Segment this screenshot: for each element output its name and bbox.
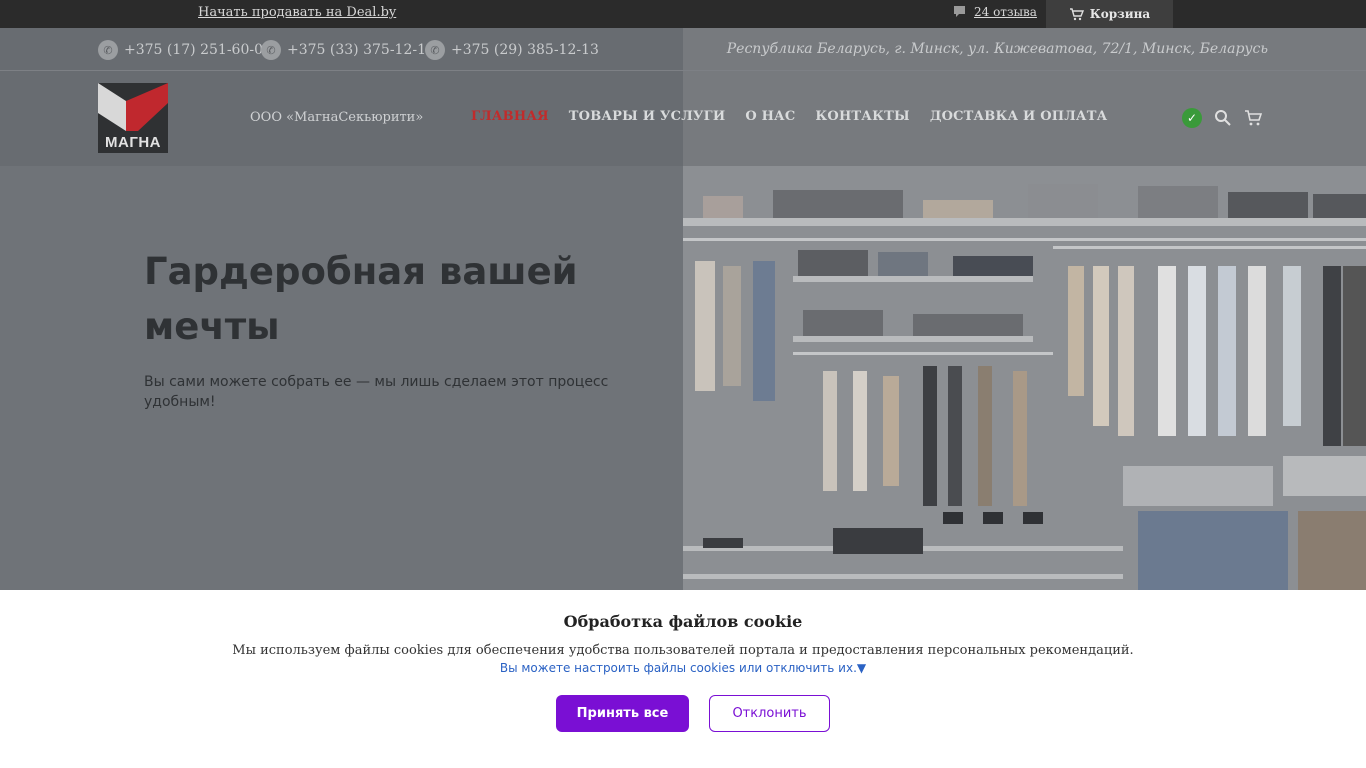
cookie-settings-link[interactable]: Вы можете настроить файлы cookies или от… [0,661,1366,675]
chevron-down-icon: ▼ [856,661,867,675]
phone-icon: ✆ [425,40,445,60]
nav-products[interactable]: ТОВАРЫ И УСЛУГИ [569,109,726,124]
nav-delivery[interactable]: ДОСТАВКА И ОПЛАТА [930,109,1108,124]
phone-3[interactable]: ✆ +375 (29) 385-12-13 [425,40,599,60]
top-bar: Начать продавать на Deal.by 24 отзыва Ко… [0,0,1366,28]
header-icons: ✓ [1182,108,1262,128]
logo-text: МАГНА [105,134,161,151]
hero-title: Гардеробная вашей мечты [144,250,578,348]
reviews-count: 24 отзыва [974,5,1037,19]
main-nav: ГЛАВНАЯ ТОВАРЫ И УСЛУГИ О НАС КОНТАКТЫ Д… [471,109,1107,124]
cart-label: Корзина [1089,7,1151,21]
cart-button[interactable]: Корзина [1046,0,1173,28]
logo[interactable]: МАГНА [98,83,168,153]
cart-icon [1069,7,1084,20]
verified-check-icon[interactable]: ✓ [1182,108,1202,128]
nav-contacts[interactable]: КОНТАКТЫ [815,109,909,124]
phone-icon: ✆ [98,40,118,60]
nav-home[interactable]: ГЛАВНАЯ [471,109,549,124]
phone-icon: ✆ [261,40,281,60]
hero-subtitle: Вы сами можете собрать ее — мы лишь сдел… [144,374,609,410]
cookie-banner: Обработка файлов cookie Мы используем фа… [0,590,1366,768]
address: Республика Беларусь, г. Минск, ул. Кижев… [726,41,1268,57]
nav-about[interactable]: О НАС [745,109,795,124]
phone-1[interactable]: ✆ +375 (17) 251-60-00 [98,40,272,60]
cart-icon[interactable] [1244,110,1262,126]
cookie-title: Обработка файлов cookie [563,612,803,631]
site-header: ✆ +375 (17) 251-60-00 ✆ +375 (33) 375-12… [0,28,1366,166]
cookie-text: Мы используем файлы cookies для обеспече… [232,643,1134,658]
reviews-link[interactable]: 24 отзыва [953,5,1037,19]
company-name[interactable]: ООО «МагнаСекьюрити» [250,110,423,125]
wardrobe-image [683,166,1366,590]
accept-all-button[interactable]: Принять все [556,695,689,732]
wardrobe-illustration [683,166,1366,590]
logo-mark [98,83,168,131]
decline-button[interactable]: Отклонить [709,695,830,732]
phone-2[interactable]: ✆ +375 (33) 375-12-13 [261,40,435,60]
start-selling-link[interactable]: Начать продавать на Deal.by [198,5,396,20]
comment-icon [954,6,965,17]
search-icon[interactable] [1214,109,1232,127]
contacts-bar: ✆ +375 (17) 251-60-00 ✆ +375 (33) 375-12… [0,28,1366,71]
